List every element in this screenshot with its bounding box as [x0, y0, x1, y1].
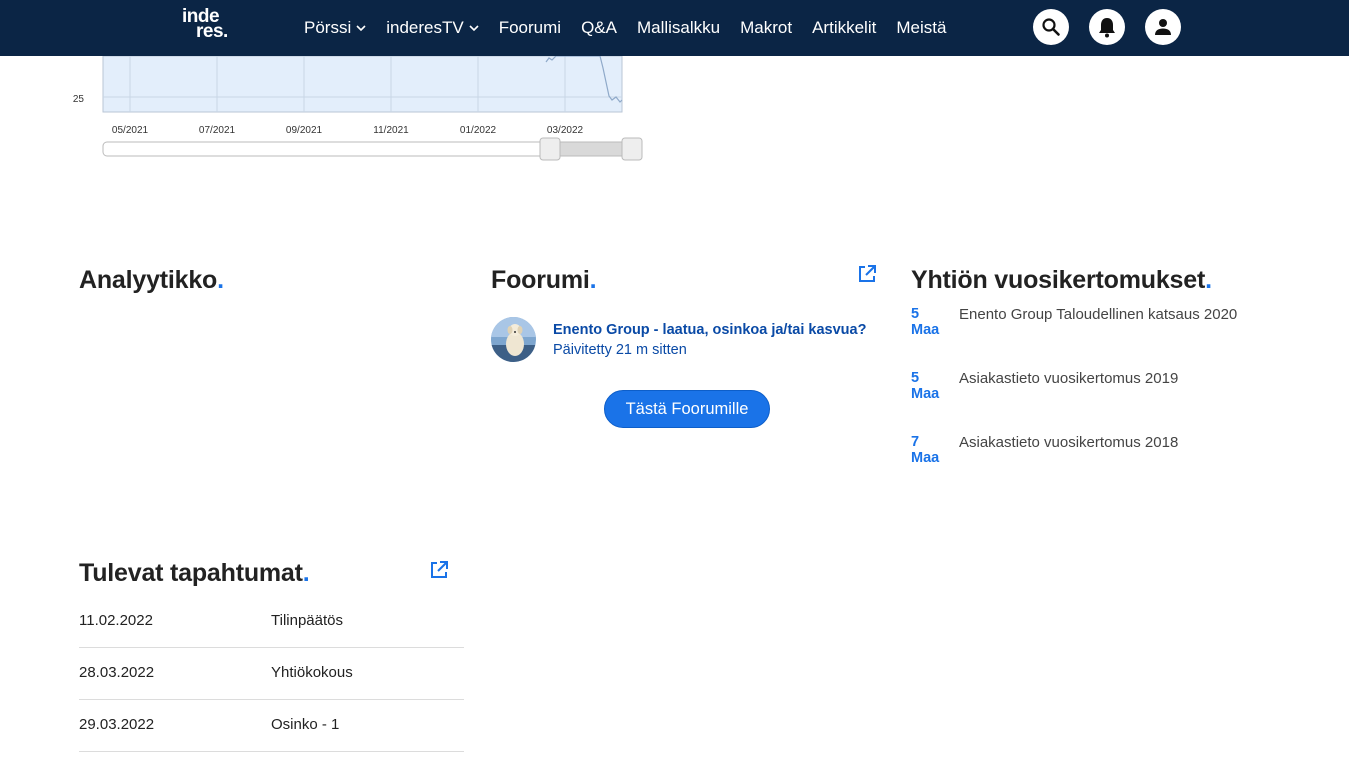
- nav-item-meista[interactable]: Meistä: [886, 0, 956, 56]
- chevron-down-icon: [356, 25, 366, 32]
- report-day: 5: [911, 306, 920, 322]
- x-tick-label: 03/2022: [547, 125, 584, 136]
- event-name: Tilinpäätös: [271, 612, 343, 629]
- navigator-handle-left: [539, 137, 561, 161]
- user-icon: [1155, 19, 1171, 35]
- annual-report-item[interactable]: 5 Maa Enento Group Taloudellinen katsaus…: [911, 306, 1291, 346]
- forum-user-avatar[interactable]: [491, 317, 536, 362]
- nav-item-label: Makrot: [740, 18, 793, 37]
- report-title: Asiakastieto vuosikertomus 2019: [959, 370, 1179, 387]
- nav-item-mallisalkku[interactable]: Mallisalkku: [627, 0, 730, 56]
- report-date: 7 Maa: [911, 434, 951, 466]
- go-to-forum-button[interactable]: Tästä Foorumille: [604, 390, 770, 428]
- upcoming-events-section-title: Tulevat tapahtumat.: [79, 559, 310, 588]
- event-name: Yhtiökokous: [271, 664, 353, 681]
- report-day: 5: [911, 370, 920, 386]
- title-dot: .: [217, 266, 224, 294]
- navigator-selection: [549, 141, 633, 157]
- annual-reports-section-title: Yhtiön vuosikertomukset.: [911, 266, 1212, 295]
- report-title: Enento Group Taloudellinen katsaus 2020: [959, 306, 1238, 323]
- x-tick-label: 11/2021: [373, 125, 409, 136]
- bell-icon: [1099, 18, 1115, 38]
- plot-area: [102, 55, 623, 113]
- nav-item-foorumi[interactable]: Foorumi: [489, 0, 571, 56]
- report-month: Maa: [911, 386, 940, 402]
- title-dot: .: [589, 266, 597, 294]
- nav-item-label: Foorumi: [498, 18, 562, 37]
- stock-price-chart: 05/2021 07/2021 09/2021 11/2021 01/2022 03/20…: [60, 55, 660, 166]
- nav-item-artikkelit[interactable]: Artikkelit: [802, 0, 886, 56]
- forum-thread-updated: Päivitetty 21 m sitten: [553, 342, 687, 358]
- nav-item-label: Q&A: [581, 18, 617, 37]
- x-tick-label: 07/2021: [199, 125, 236, 136]
- forum-thread-link[interactable]: Enento Group - laatua, osinkoa ja/tai ka…: [553, 322, 866, 338]
- report-month: Maa: [911, 322, 940, 338]
- chart-svg: 05/2021 07/2021 09/2021 11/2021 01/2022 03/20…: [73, 55, 643, 161]
- nav-item-label: Artikkelit: [812, 18, 877, 37]
- event-date: 29.03.2022: [79, 716, 155, 733]
- nav-item-label: Pörssi: [304, 18, 352, 37]
- inderes-logo[interactable]: inde res.: [182, 7, 242, 45]
- external-link-icon[interactable]: [429, 560, 449, 580]
- report-date: 5 Maa: [911, 370, 951, 402]
- nav-item-qa[interactable]: Q&A: [571, 0, 627, 56]
- event-row: 28.03.2022 Yhtiökokous: [79, 648, 464, 700]
- event-name: Osinko - 1: [271, 716, 340, 733]
- nav-item-label: Mallisalkku: [636, 18, 721, 37]
- navigator-handle-right: [621, 137, 643, 161]
- section-title-text: Yhtiön vuosikertomukset: [911, 266, 1206, 294]
- x-tick-label: 01/2022: [460, 125, 497, 136]
- event-date: 28.03.2022: [79, 664, 155, 681]
- event-date: 11.02.2022: [79, 612, 153, 629]
- analyst-section-title: Analyytikko.: [79, 266, 224, 295]
- report-month: Maa: [911, 450, 940, 466]
- dog-avatar-image: [491, 317, 536, 362]
- x-tick-label: 09/2021: [286, 125, 323, 136]
- section-title-text: Foorumi: [491, 266, 590, 294]
- nav-item-label: Meistä: [896, 18, 947, 37]
- title-dot: .: [1205, 266, 1212, 294]
- title-dot: .: [302, 559, 310, 587]
- external-link-icon[interactable]: [857, 264, 877, 284]
- search-button[interactable]: [1033, 9, 1069, 45]
- report-day: 7: [911, 434, 920, 450]
- forum-section-title: Foorumi.: [491, 266, 597, 295]
- nav-item-inderestv[interactable]: inderesTV: [376, 0, 488, 56]
- section-title-text: Analyytikko: [79, 266, 218, 294]
- chevron-down-icon: [469, 25, 479, 32]
- user-account-button[interactable]: [1145, 9, 1181, 45]
- top-navigation-bar: inde res. Pörssi inderesTV Foorumi Q&A M…: [0, 0, 1349, 56]
- main-nav: Pörssi inderesTV Foorumi Q&A Mallisalkku…: [294, 0, 956, 56]
- report-date: 5 Maa: [911, 306, 951, 338]
- nav-item-label: inderesTV: [386, 18, 464, 37]
- nav-item-makrot[interactable]: Makrot: [730, 0, 802, 56]
- annual-report-item[interactable]: 7 Maa Asiakastieto vuosikertomus 2018: [911, 434, 1291, 474]
- event-row: 29.03.2022 Osinko - 1: [79, 700, 464, 752]
- search-icon: [1042, 18, 1060, 36]
- section-title-text: Tulevat tapahtumat: [79, 559, 303, 587]
- annual-report-item[interactable]: 5 Maa Asiakastieto vuosikertomus 2019: [911, 370, 1291, 410]
- nav-item-porssi[interactable]: Pörssi: [294, 0, 376, 56]
- y-tick-label: 25: [73, 94, 85, 105]
- x-tick-label: 05/2021: [112, 125, 149, 136]
- notifications-button[interactable]: [1089, 9, 1125, 45]
- event-row: 11.02.2022 Tilinpäätös: [79, 596, 464, 648]
- report-title: Asiakastieto vuosikertomus 2018: [959, 434, 1179, 451]
- events-table: 11.02.2022 Tilinpäätös 28.03.2022 Yhtiök…: [79, 596, 464, 752]
